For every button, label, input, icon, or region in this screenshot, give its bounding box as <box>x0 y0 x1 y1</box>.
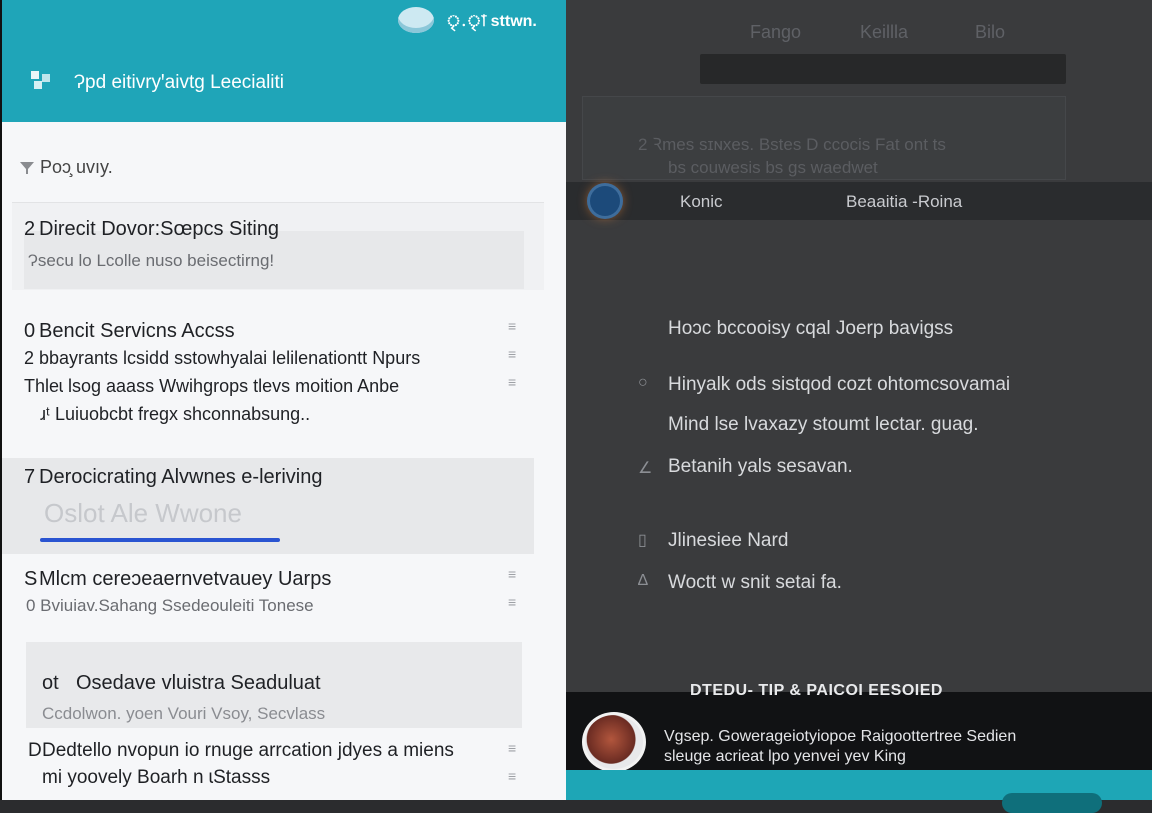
app-header: ৃ.ৃা sttwn. Ɂpd eitivryꞌaivtg Leecialiti <box>0 0 566 122</box>
tab-1[interactable]: Fango <box>750 22 801 43</box>
avatar[interactable] <box>582 712 646 772</box>
item-index: ot <box>42 672 59 694</box>
drag-handle-icon[interactable]: ≡ <box>508 768 526 784</box>
tab-3[interactable]: Bilo <box>975 22 1005 43</box>
drag-handle-icon[interactable]: ≡ <box>508 318 526 334</box>
row-right-label: Beaaitia -Roina <box>846 192 963 211</box>
tab-2[interactable]: Keillla <box>860 22 908 43</box>
page-title: Ɂpd eitivryꞌaivtg Leecialiti <box>74 72 285 93</box>
grid-app-icon[interactable] <box>30 70 52 90</box>
search-strip[interactable] <box>700 54 1066 84</box>
detail-line: Jlinesiee Nard <box>668 530 789 551</box>
filter-icon <box>20 162 34 174</box>
sort-control[interactable]: Poɔ̧ uvıy. <box>18 156 113 178</box>
item-index: S <box>24 568 38 590</box>
drag-handle-icon[interactable]: ≡ <box>508 374 526 390</box>
item-index: 2 <box>24 218 36 240</box>
item-title: Dedtello nvopun io rnuge arrcation jdyes… <box>42 740 454 761</box>
status-text: ৃ.ৃা sttwn. <box>446 13 537 30</box>
window-edge <box>0 0 2 800</box>
drag-handle-icon[interactable]: ≡ <box>508 346 526 362</box>
item-subtitle: Oslot Ale Wwone <box>44 498 242 528</box>
item-index: 0 <box>24 320 36 342</box>
footer-button[interactable] <box>1002 793 1102 813</box>
item-title: Bencit Servicns Accss <box>39 320 235 342</box>
item-index: 7 <box>24 466 36 488</box>
detail-line: Hinyalk ods sistqod cozt ohtomcsovamai <box>668 374 1011 395</box>
banner-line: sleuge acrieat lpo yenvei yev King <box>664 748 906 765</box>
alert-icon[interactable]: ∆ <box>638 572 648 590</box>
item-title: Derocicrating Alvwnes e-leriving <box>39 466 323 488</box>
cloud-icon[interactable] <box>398 7 434 33</box>
item-subtitle: Ccdolwon. yoen Vouri Vsoy, Secvlass <box>42 704 326 723</box>
item-title: Mlcm cereɔeaernvetvauey Uarps <box>39 568 332 590</box>
drag-handle-icon[interactable]: ≡ <box>508 594 526 610</box>
banner-line: Vgsep. Gowerageiotyiopoe Raigoottertree … <box>664 728 1017 745</box>
drag-handle-icon[interactable]: ≡ <box>508 740 526 756</box>
item-index: D <box>28 740 42 761</box>
info-line: 2 Ꝛmes sɪɴxes. Bstes D ccocis Fat ont ts <box>638 135 946 154</box>
progress-bar <box>40 538 280 542</box>
item-title: Osedave vluistra Seaduluat <box>76 672 321 694</box>
lock-icon[interactable]: ▯ <box>638 530 647 550</box>
info-line: bs couwesis bs gs waedwet <box>668 158 878 177</box>
detail-line: Hoɔc bccooisy cqal Joerp bavigss <box>668 318 954 339</box>
item-subtitle: Ɂsecu lo Lcolle nuso beisectirng! <box>28 251 275 270</box>
item-subtitle: 0 Bviuiav.Sahang Ssedeouleiti Tonese <box>26 596 314 615</box>
item-line: 2 bbayrants lcsidd sstowhyalai lelilenat… <box>24 348 421 368</box>
left-panel: ৃ.ৃা sttwn. Ɂpd eitivryꞌaivtg Leecialiti… <box>0 0 566 800</box>
item-line: Thleɩ lsog aaass Wwihgrops tlevs moition… <box>24 376 400 396</box>
edit-icon[interactable]: ∠ <box>638 458 652 478</box>
detail-line: Mind lse lvaxazy stoumt lectar. guag. <box>668 414 979 435</box>
sort-label: Poɔ̧ uvıy. <box>40 156 113 177</box>
item-line: ɹᵗ Luiuobcbt fregx shconnabsung.. <box>40 404 311 424</box>
detail-line: Betanih yals sesavan. <box>668 456 853 477</box>
radio-icon[interactable]: ○ <box>638 374 648 392</box>
drag-handle-icon[interactable]: ≡ <box>508 566 526 582</box>
banner-title: DTEDU- TIP & PAICOI EESOIED <box>690 682 943 699</box>
item-subtitle: mi yoovely Boarh n ɩStasss <box>42 767 271 788</box>
item-title: Direcit Dovor:Sœpcs Siting <box>39 218 280 240</box>
row-left-label: Konic <box>680 192 723 211</box>
record-icon[interactable] <box>590 186 620 216</box>
detail-line: Woctt w snit setai fa. <box>668 572 842 593</box>
